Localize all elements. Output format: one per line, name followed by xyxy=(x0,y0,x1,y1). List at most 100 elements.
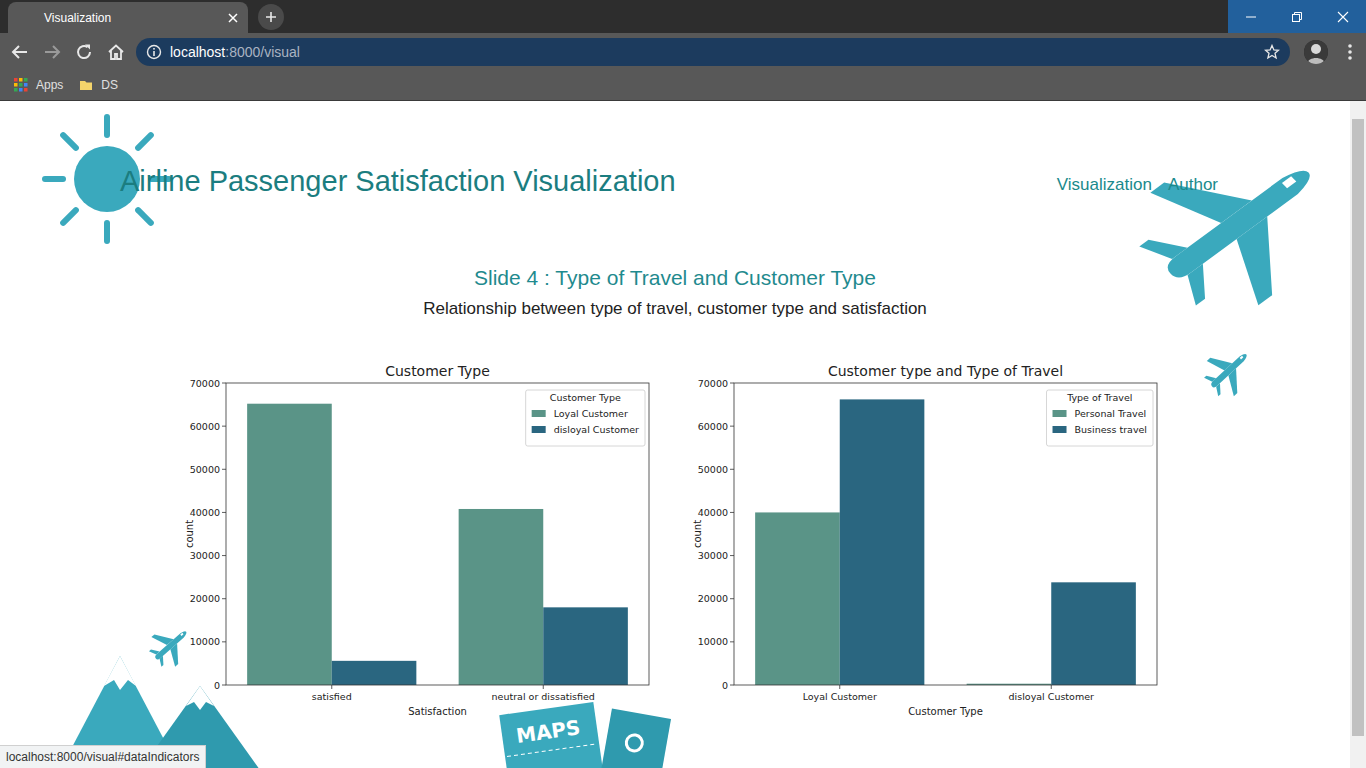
y-tick-label: 60000 xyxy=(190,421,220,432)
y-tick-label: 70000 xyxy=(190,378,220,389)
x-tick-label: Loyal Customer xyxy=(803,691,877,702)
nav-link[interactable]: Author xyxy=(1168,175,1218,199)
address-host[interactable]: localhost xyxy=(170,44,225,60)
y-tick-label: 60000 xyxy=(698,421,728,432)
legend-swatch xyxy=(532,426,546,433)
y-tick-mark xyxy=(730,512,734,513)
x-tick-label: neutral or dissatisfied xyxy=(492,691,595,702)
restore-icon[interactable] xyxy=(1291,11,1303,23)
legend-box xyxy=(526,390,645,446)
y-tick-mark xyxy=(222,383,226,384)
y-tick-label: 20000 xyxy=(698,593,728,604)
y-tick-mark xyxy=(730,469,734,470)
close-icon[interactable] xyxy=(1337,11,1349,23)
info-icon[interactable] xyxy=(146,44,162,60)
close-icon[interactable] xyxy=(226,11,240,25)
profile-avatar[interactable] xyxy=(1304,40,1328,64)
profile-picture-icon[interactable] xyxy=(1304,40,1328,64)
y-axis-label: count xyxy=(692,520,703,548)
star-icon[interactable] xyxy=(1264,44,1280,60)
nav-link[interactable]: Visualization xyxy=(1057,175,1152,199)
chart-title: Customer Type xyxy=(385,363,490,379)
browser-window: Visualization localhost:8000/visual Apps DS… xyxy=(0,0,1366,768)
forward-button[interactable] xyxy=(36,36,68,68)
slide-subtitle: Relationship between type of travel, cus… xyxy=(423,298,927,320)
plot-frame xyxy=(226,383,649,685)
y-axis-label: count xyxy=(184,520,195,548)
home-icon[interactable] xyxy=(107,43,125,61)
y-tick-mark xyxy=(222,641,226,642)
y-tick-label: 30000 xyxy=(698,550,728,561)
plus-icon[interactable] xyxy=(264,10,278,24)
page-header: Airline Passenger Satisfaction Visualiza… xyxy=(0,101,1350,251)
bookmark-item[interactable]: Apps xyxy=(14,78,63,92)
legend-swatch xyxy=(532,410,546,417)
chart-canvas: Customer type and Type of Travel01000020… xyxy=(689,358,1169,723)
back-arrow-icon[interactable] xyxy=(11,43,29,61)
y-tick-mark xyxy=(730,598,734,599)
charts-row: Customer Type010000200003000040000500006… xyxy=(181,358,1169,727)
bar xyxy=(1051,582,1136,685)
restore-button[interactable] xyxy=(1274,0,1320,33)
address-bar[interactable]: localhost:8000/visual xyxy=(136,38,1290,66)
page-title: Airline Passenger Satisfaction Visualiza… xyxy=(120,163,676,251)
home-button[interactable] xyxy=(100,36,132,68)
toolbar: localhost:8000/visual xyxy=(0,33,1366,70)
nav-links: Visualization Author xyxy=(1057,175,1218,199)
bar xyxy=(332,661,417,685)
back-button[interactable] xyxy=(4,36,36,68)
bookmark-label[interactable]: Apps xyxy=(36,78,63,92)
legend-label: Loyal Customer xyxy=(554,408,628,419)
x-axis-label: Satisfaction xyxy=(408,706,467,717)
y-tick-label: 0 xyxy=(214,680,220,691)
chart-canvas: Customer Type010000200003000040000500006… xyxy=(181,358,661,723)
maps-icon: MAPS xyxy=(495,699,675,768)
bar-chart: Customer type and Type of Travel01000020… xyxy=(689,358,1169,727)
bookmark-item[interactable]: DS xyxy=(79,78,118,92)
reload-icon[interactable] xyxy=(75,43,93,61)
menu-button[interactable] xyxy=(1334,36,1366,68)
scrollbar-thumb[interactable] xyxy=(1352,119,1364,736)
airplane-icon xyxy=(1135,139,1335,314)
y-tick-label: 30000 xyxy=(190,550,220,561)
maps-label: MAPS xyxy=(515,715,582,748)
new-tab-button[interactable] xyxy=(258,4,284,30)
legend-title: Customer Type xyxy=(550,392,621,403)
y-tick-label: 10000 xyxy=(190,636,220,647)
y-tick-mark xyxy=(730,426,734,427)
tab-strip: Visualization xyxy=(0,0,1366,33)
y-tick-mark xyxy=(730,555,734,556)
chart-legend: Type of TravelPersonal TravelBusiness tr… xyxy=(1047,390,1153,446)
legend-label: Personal Travel xyxy=(1075,408,1147,419)
legend-swatch xyxy=(1053,410,1067,417)
legend-box xyxy=(1047,390,1153,446)
reload-button[interactable] xyxy=(68,36,100,68)
airplane-icon xyxy=(148,623,192,669)
address-path[interactable]: :8000/visual xyxy=(225,44,300,60)
y-tick-label: 20000 xyxy=(190,593,220,604)
forward-arrow-icon[interactable] xyxy=(43,43,61,61)
bar-chart: Customer Type010000200003000040000500006… xyxy=(181,358,661,727)
close-window-button[interactable] xyxy=(1320,0,1366,33)
page-content: Airline Passenger Satisfaction Visualiza… xyxy=(0,101,1350,727)
tab-label[interactable]: Visualization xyxy=(44,11,226,25)
y-tick-label: 40000 xyxy=(698,507,728,518)
y-tick-label: 0 xyxy=(722,680,728,691)
chart-legend: Customer TypeLoyal Customerdisloyal Cust… xyxy=(526,390,645,446)
minimize-icon[interactable] xyxy=(1245,11,1257,23)
kebab-menu-icon[interactable] xyxy=(1347,43,1353,61)
bookmark-label[interactable]: DS xyxy=(101,78,118,92)
y-tick-mark xyxy=(730,685,734,686)
minimize-button[interactable] xyxy=(1228,0,1274,33)
y-tick-mark xyxy=(730,641,734,642)
slide-title: Slide 4 : Type of Travel and Customer Ty… xyxy=(474,265,876,291)
apps-grid-icon[interactable] xyxy=(14,78,36,92)
browser-tab[interactable]: Visualization xyxy=(8,2,248,33)
y-tick-mark xyxy=(222,598,226,599)
bar xyxy=(459,509,544,685)
folder-icon[interactable] xyxy=(79,78,101,92)
scrollbar[interactable] xyxy=(1350,101,1366,768)
x-tick-mark xyxy=(331,685,332,689)
y-tick-mark xyxy=(222,426,226,427)
legend-title: Type of Travel xyxy=(1066,392,1132,403)
